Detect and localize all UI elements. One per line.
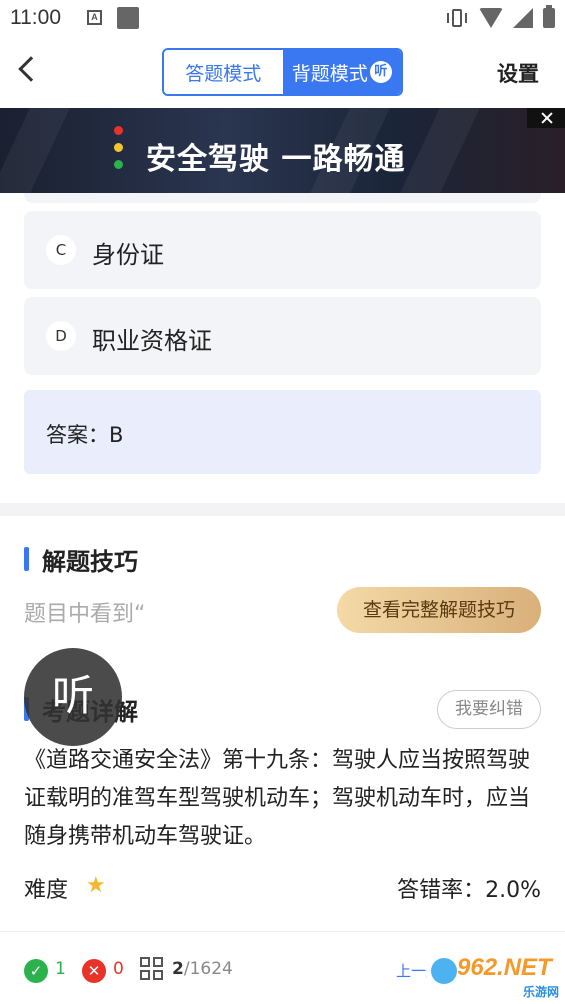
progress-current: 2 [172,959,184,979]
tab-answer-mode-label: 答题模式 [185,62,262,85]
wrong-count: 0 [113,959,124,979]
correct-count: 1 [55,959,66,979]
error-rate: 答错率：2.0% [397,878,541,903]
check-icon: ✓ [24,959,48,983]
ad-banner[interactable]: 安全驾驶 一路畅通 [0,108,565,193]
bottom-bar: ✓ 1 ✕ 0 2/1624 上一题 962.NET 乐游网 [0,931,565,1004]
status-time: 11:00 [10,6,61,29]
option-partial[interactable] [24,193,541,203]
question-progress[interactable]: 2/1624 [172,959,233,979]
question-grid-icon[interactable] [140,957,164,981]
tips-title-label: 解题技巧 [42,548,138,576]
battery-icon [543,5,555,28]
view-full-tips-button[interactable]: 查看完整解题技巧 [337,587,541,633]
mode-switch: 答题模式 背题模式 听 [162,48,403,96]
tab-answer-mode[interactable]: 答题模式 [164,50,283,94]
tips-title: 解题技巧 [24,542,138,577]
listen-float-button[interactable]: 听 [24,648,122,746]
tab-recite-mode-label: 背题模式 [291,62,368,85]
settings-button[interactable]: 设置 [497,58,539,88]
option-text: 职业资格证 [92,327,212,355]
option-d[interactable]: D 职业资格证 [24,297,541,375]
signal-icon [513,8,533,28]
watermark-text: 962.NET [457,954,552,981]
answer-box: 答案：B [24,390,541,474]
status-icons [445,5,555,29]
option-letter: C [46,235,76,265]
watermark-logo-icon [431,958,457,984]
traffic-light-icon [114,126,124,182]
top-header: 答题模式 背题模式 听 设置 [0,38,565,108]
notification-square-icon [117,7,139,29]
tab-recite-mode[interactable]: 背题模式 听 [282,50,401,94]
cross-icon: ✕ [82,959,106,983]
option-letter: D [46,321,76,351]
listen-badge-icon: 听 [369,61,392,83]
title-accent-bar [24,547,29,571]
explanation-text: 《道路交通安全法》第十九条：驾驶人应当按照驾驶证载明的准驾车型驾驶机动车；驾驶机… [24,748,531,849]
option-c[interactable]: C 身份证 [24,211,541,289]
back-arrow-icon[interactable] [18,56,44,82]
tip-preview: 题目中看到“ [24,602,146,627]
ad-text: 安全驾驶 一路畅通 [146,142,406,177]
progress-total: /1624 [183,959,233,979]
vibrate-icon [445,7,469,29]
option-text: 身份证 [92,241,164,269]
ad-close-icon[interactable] [527,108,565,128]
report-error-button[interactable]: 我要纠错 [437,690,541,729]
watermark-sub: 乐游网 [522,985,559,999]
notification-a-icon: A [87,10,102,25]
wifi-icon [479,8,503,28]
watermark-logo: 962.NET 乐游网 [427,952,565,1000]
difficulty-label: 难度 [24,878,69,903]
status-bar: 11:00 A [0,0,565,38]
section-divider [0,503,565,516]
star-icon: ★ [86,873,106,898]
answer-text: 答案：B [46,423,124,447]
